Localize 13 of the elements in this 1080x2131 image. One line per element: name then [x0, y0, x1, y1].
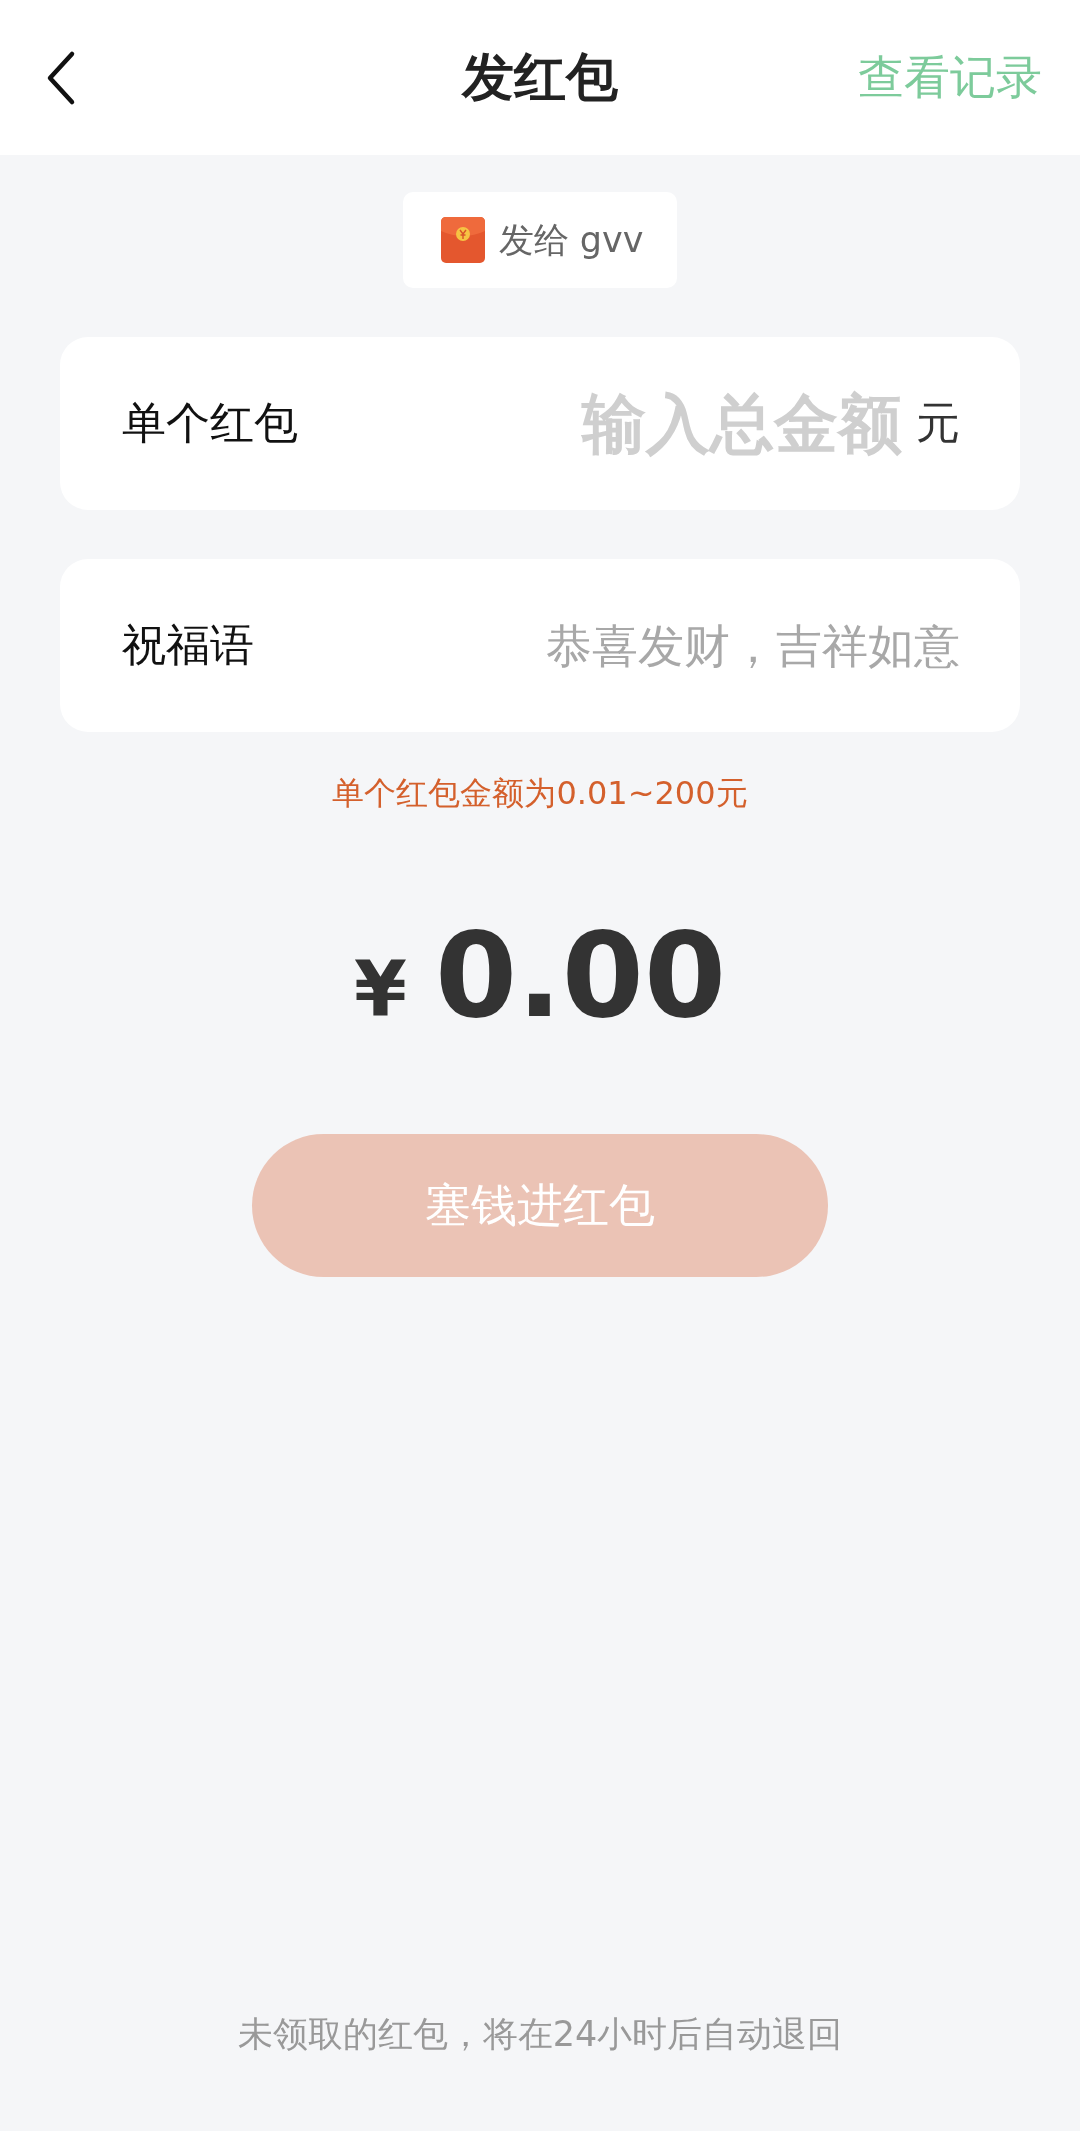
greeting-input[interactable]: 恭喜发财，吉祥如意: [402, 610, 960, 681]
recipient-name: 发给 gvv: [498, 218, 644, 262]
back-icon: [46, 49, 76, 106]
field-label: 祝福语: [122, 618, 255, 672]
page-title: 发红包: [462, 45, 618, 109]
field-label: 单个红包: [122, 396, 299, 450]
envelope-icon: [440, 217, 485, 263]
history-link[interactable]: 查看记录: [858, 46, 1042, 109]
unit-label: 元: [916, 396, 960, 450]
refund-notice: 未领取的红包，将在24小时后自动退回: [236, 2013, 844, 2056]
amount-hint: 单个红包金额为0.01~200元: [332, 773, 748, 814]
total-amount: 0.00: [434, 906, 726, 1044]
currency-symbol: ¥: [354, 945, 407, 1034]
